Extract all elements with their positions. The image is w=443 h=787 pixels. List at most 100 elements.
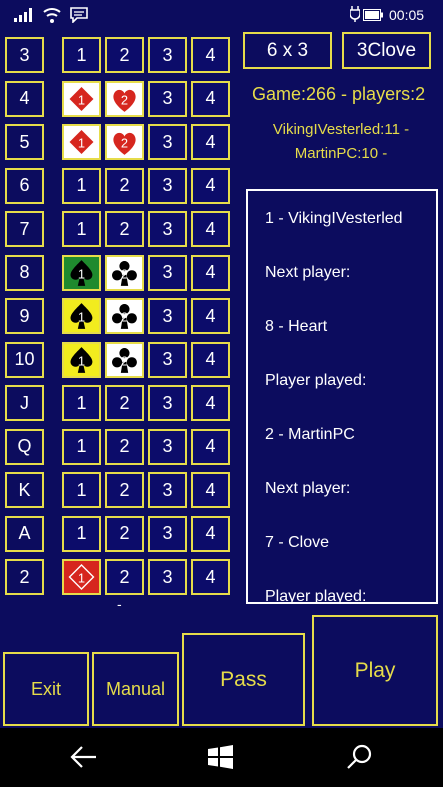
card-slot[interactable]: 4: [191, 298, 230, 334]
card-slot[interactable]: 3: [148, 167, 187, 204]
card-slot[interactable]: 3: [148, 472, 187, 508]
signal-icon: [14, 8, 32, 22]
rank-label: 4: [5, 80, 44, 117]
windows-logo-icon[interactable]: [208, 742, 234, 772]
selected-card-button[interactable]: 3Clove: [342, 32, 431, 69]
clove-card[interactable]: 2: [105, 341, 144, 378]
card-slot[interactable]: 4: [191, 515, 230, 552]
message-icon: [70, 7, 88, 23]
card-number: 1: [78, 92, 85, 107]
grid-size-button[interactable]: 6 x 3: [243, 32, 332, 69]
manual-button[interactable]: Manual: [92, 652, 179, 726]
heart-suit-icon: 2: [113, 132, 136, 155]
card-slot[interactable]: 3: [148, 124, 187, 160]
card-slot[interactable]: 3: [148, 254, 187, 291]
rank-label: 2: [5, 559, 44, 595]
card-slot[interactable]: 3: [148, 559, 187, 595]
log-line: Player played:: [265, 588, 367, 604]
spade-card[interactable]: 1: [62, 254, 101, 291]
card-slot[interactable]: 2: [105, 37, 144, 73]
diamond-card[interactable]: 1: [62, 124, 101, 160]
card-slot[interactable]: 4: [191, 124, 230, 160]
card-number: 2: [121, 310, 128, 325]
clove-suit-icon: 2: [112, 304, 137, 329]
card-slot[interactable]: 4: [191, 37, 230, 73]
diamond-card[interactable]: 1: [62, 80, 101, 117]
card-slot[interactable]: 2: [105, 428, 144, 465]
card-slot[interactable]: 3: [148, 37, 187, 73]
card-slot[interactable]: 4: [191, 341, 230, 378]
heart-card[interactable]: 2: [105, 80, 144, 117]
rank-label: 5: [5, 124, 44, 160]
card-slot[interactable]: 2: [105, 515, 144, 552]
diamond-card[interactable]: 1: [62, 559, 101, 595]
card-slot[interactable]: 2: [105, 211, 144, 247]
card-slot[interactable]: 3: [148, 298, 187, 334]
card-number: 2: [121, 266, 128, 281]
card-slot[interactable]: 4: [191, 559, 230, 595]
wifi-icon: [43, 8, 61, 23]
game-info: Game:266 - players:2: [252, 84, 426, 104]
card-slot[interactable]: 4: [191, 254, 230, 291]
spade-suit-icon: 1: [70, 259, 93, 286]
card-slot[interactable]: 3: [148, 211, 187, 247]
search-icon[interactable]: [346, 742, 374, 772]
card-number: 2: [121, 353, 128, 368]
pass-button[interactable]: Pass: [182, 633, 305, 726]
card-slot[interactable]: 3: [148, 428, 187, 465]
card-number: 1: [78, 136, 85, 151]
card-slot[interactable]: 1: [62, 37, 101, 73]
rank-label: 9: [5, 298, 44, 334]
score-line: VikingIVesterled:11 -: [272, 121, 410, 138]
spade-card[interactable]: 1: [62, 298, 101, 334]
charging-icon: [350, 6, 360, 22]
card-slot[interactable]: 1: [62, 385, 101, 421]
card-slot[interactable]: 4: [191, 428, 230, 465]
log-line: 8 - Heart: [265, 318, 328, 335]
log-line: 7 - Clove: [265, 534, 330, 551]
card-slot[interactable]: 2: [105, 385, 144, 421]
card-slot[interactable]: 4: [191, 385, 230, 421]
log-line: 1 - VikingIVesterled: [265, 210, 403, 227]
card-slot[interactable]: 3: [148, 80, 187, 117]
game-log[interactable]: 1 - VikingIVesterled Next player: 8 - He…: [246, 189, 438, 604]
card-slot[interactable]: 2: [105, 559, 144, 595]
diamond-suit-icon: 1: [68, 564, 95, 590]
card-slot[interactable]: 3: [148, 341, 187, 378]
diamond-suit-icon: 1: [69, 86, 94, 111]
card-slot[interactable]: 3: [148, 385, 187, 421]
card-slot[interactable]: 1: [62, 211, 101, 247]
log-line: Player played:: [265, 372, 367, 389]
heart-card[interactable]: 2: [105, 124, 144, 160]
card-slot[interactable]: 1: [62, 515, 101, 552]
rank-label: 7: [5, 211, 44, 247]
card-slot[interactable]: 4: [191, 167, 230, 204]
heart-suit-icon: 2: [113, 89, 136, 112]
card-slot[interactable]: 3: [148, 515, 187, 552]
card-number: 1: [78, 353, 85, 368]
card-slot[interactable]: 4: [191, 211, 230, 247]
clove-card[interactable]: 2: [105, 298, 144, 334]
card-slot[interactable]: 2: [105, 472, 144, 508]
log-line: Next player:: [265, 264, 351, 281]
card-slot[interactable]: 2: [105, 167, 144, 204]
exit-button[interactable]: Exit: [3, 652, 89, 726]
separator-mark: -: [117, 596, 122, 612]
card-slot[interactable]: 1: [62, 472, 101, 508]
clove-suit-icon: 2: [112, 347, 137, 373]
score-line: MartinPC:10 -: [294, 145, 388, 162]
spade-suit-icon: 1: [70, 346, 93, 373]
card-slot[interactable]: 4: [191, 472, 230, 508]
card-slot[interactable]: 4: [191, 80, 230, 117]
rank-label: 3: [5, 37, 44, 73]
navigation-bar: [0, 728, 443, 787]
card-slot[interactable]: 1: [62, 167, 101, 204]
clock: 00:05: [389, 7, 425, 23]
play-button[interactable]: Play: [312, 615, 438, 726]
spade-card[interactable]: 1: [62, 341, 101, 378]
rank-label: 10: [5, 341, 44, 378]
back-arrow-icon[interactable]: [70, 742, 98, 772]
rank-label: Q: [5, 428, 44, 465]
clove-card[interactable]: 2: [105, 254, 144, 291]
card-slot[interactable]: 1: [62, 428, 101, 465]
